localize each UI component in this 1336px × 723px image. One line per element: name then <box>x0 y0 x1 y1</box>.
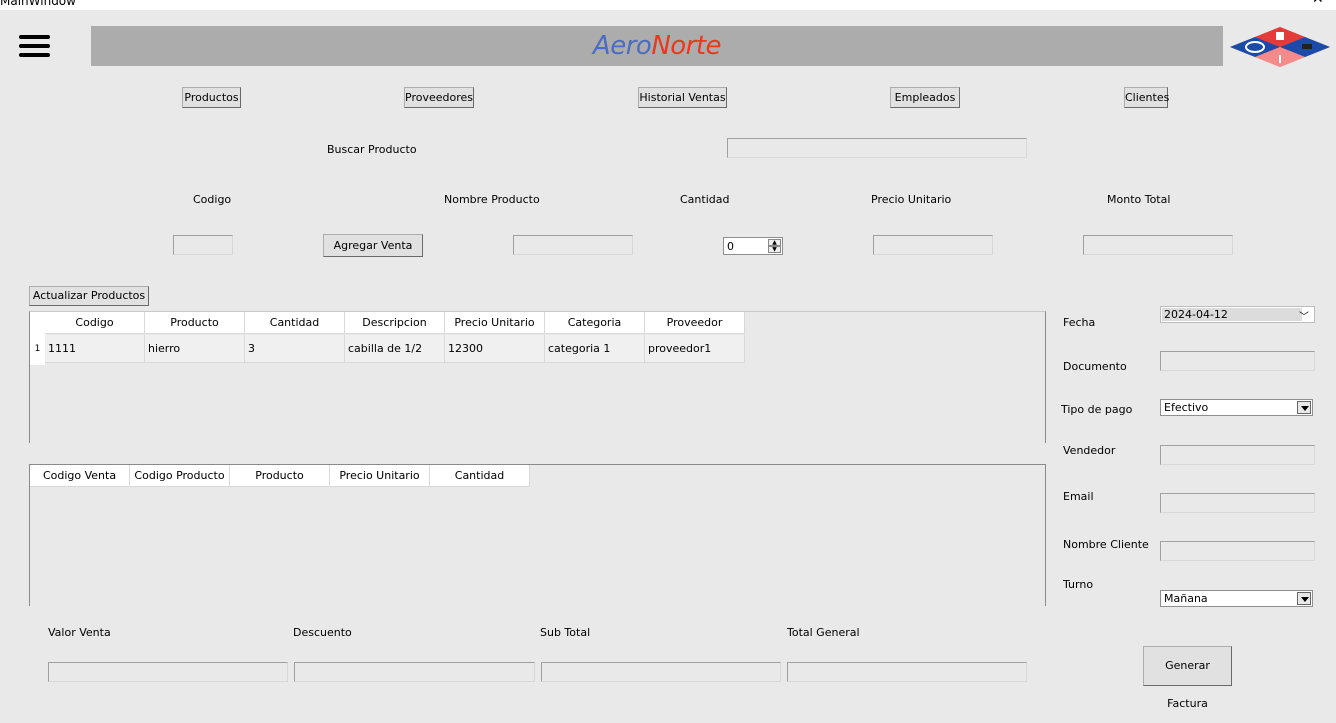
nav-clientes-button[interactable]: Clientes <box>1124 87 1169 108</box>
nombre-cliente-input[interactable] <box>1160 541 1315 561</box>
brand-name-part1: Aero <box>592 31 652 61</box>
title-bar: MainWindow – ✕ <box>0 0 1336 10</box>
menu-icon[interactable] <box>19 34 51 60</box>
table-cell[interactable]: 3 <box>245 335 345 363</box>
vendedor-label: Vendedor <box>1063 444 1116 457</box>
turno-value: Mañana <box>1164 592 1208 605</box>
cantidad-stepper[interactable]: 0 ▲ ▼ <box>723 237 783 255</box>
window-title: MainWindow <box>0 0 76 8</box>
nav-productos-button[interactable]: Productos <box>182 87 241 108</box>
nav-empleados-button[interactable]: Empleados <box>890 87 960 108</box>
cantidad-label: Cantidad <box>680 193 730 206</box>
company-logo-icon <box>1230 27 1330 67</box>
row-number[interactable]: 1 <box>30 335 45 364</box>
descuento-input[interactable] <box>294 662 535 682</box>
actualizar-productos-button[interactable]: Actualizar Productos <box>29 286 149 306</box>
email-label: Email <box>1063 490 1094 503</box>
search-input[interactable] <box>727 138 1027 158</box>
sales-header-cantidad[interactable]: Cantidad <box>430 465 530 487</box>
nombre-producto-label: Nombre Producto <box>444 193 540 206</box>
cantidad-value: 0 <box>727 240 734 253</box>
generar-factura-button[interactable]: Generar Factura <box>1143 646 1232 710</box>
valor-venta-input[interactable] <box>48 662 288 682</box>
sales-table: Codigo Venta Codigo Producto Producto Pr… <box>29 464 1046 606</box>
products-header-cantidad[interactable]: Cantidad <box>245 312 345 334</box>
codigo-input[interactable] <box>173 235 233 255</box>
table-cell[interactable]: hierro <box>145 335 245 363</box>
dropdown-arrow-icon[interactable] <box>1297 401 1311 414</box>
codigo-label: Codigo <box>193 193 232 206</box>
minimize-button[interactable]: – <box>1262 0 1268 6</box>
nav-historial-ventas-button[interactable]: Historial Ventas <box>638 87 727 108</box>
brand-banner: AeroNorte <box>91 26 1223 66</box>
tipo-pago-select[interactable]: Efectivo <box>1160 399 1313 416</box>
products-table: Codigo Producto Cantidad Descripcion Pre… <box>29 311 1046 443</box>
table-cell[interactable]: categoria 1 <box>545 335 645 363</box>
total-general-label: Total General <box>787 626 860 639</box>
table-cell[interactable]: 12300 <box>445 335 545 363</box>
descuento-label: Descuento <box>293 626 352 639</box>
documento-input[interactable] <box>1160 351 1315 371</box>
menu-icon-bar <box>19 44 50 48</box>
table-cell[interactable]: 1111 <box>45 335 145 363</box>
nombre-producto-input[interactable] <box>513 235 633 255</box>
tipo-pago-label: Tipo de pago <box>1061 403 1133 416</box>
total-general-input[interactable] <box>787 662 1027 682</box>
sales-header-precio-unitario[interactable]: Precio Unitario <box>330 465 430 487</box>
valor-venta-label: Valor Venta <box>48 626 111 639</box>
brand-name-part2: Norte <box>651 31 722 61</box>
sales-header-codigo-venta[interactable]: Codigo Venta <box>30 465 130 487</box>
menu-icon-bar <box>19 35 50 39</box>
table-cell[interactable]: cabilla de 1/2 <box>345 335 445 363</box>
products-header-precio-unitario[interactable]: Precio Unitario <box>445 312 545 334</box>
menu-icon-bar <box>19 53 50 57</box>
table-cell[interactable]: proveedor1 <box>645 335 745 363</box>
precio-unitario-label: Precio Unitario <box>871 193 952 206</box>
products-header-proveedor[interactable]: Proveedor <box>645 312 745 334</box>
precio-unitario-input[interactable] <box>873 235 993 255</box>
chevron-down-icon[interactable]: ﹀ <box>1299 308 1309 323</box>
products-header-categoria[interactable]: Categoria <box>545 312 645 334</box>
stepper-down-icon[interactable]: ▼ <box>768 246 781 253</box>
monto-total-label: Monto Total <box>1107 193 1171 206</box>
products-header-producto[interactable]: Producto <box>145 312 245 334</box>
search-label: Buscar Producto <box>327 143 417 156</box>
products-header-descripcion[interactable]: Descripcion <box>345 312 445 334</box>
monto-total-input[interactable] <box>1083 235 1233 255</box>
sub-total-label: Sub Total <box>540 626 591 639</box>
close-button[interactable]: ✕ <box>1312 0 1324 7</box>
documento-label: Documento <box>1063 360 1127 373</box>
turno-select[interactable]: Mañana <box>1160 590 1313 607</box>
nombre-cliente-label: Nombre Cliente <box>1063 538 1149 551</box>
fecha-label: Fecha <box>1063 316 1096 329</box>
dropdown-arrow-icon[interactable] <box>1297 592 1311 605</box>
fecha-date-picker[interactable]: 2024-04-12 ﹀ <box>1160 306 1315 323</box>
products-header-codigo[interactable]: Codigo <box>45 312 145 334</box>
sales-header-codigo-producto[interactable]: Codigo Producto <box>130 465 230 487</box>
stepper-up-icon[interactable]: ▲ <box>768 239 781 246</box>
email-input[interactable] <box>1160 493 1315 513</box>
sales-header-producto[interactable]: Producto <box>230 465 330 487</box>
tipo-pago-value: Efectivo <box>1164 401 1209 414</box>
turno-label: Turno <box>1063 578 1094 591</box>
nav-proveedores-button[interactable]: Proveedores <box>404 87 474 108</box>
vendedor-input[interactable] <box>1160 445 1315 465</box>
fecha-value: 2024-04-12 <box>1164 308 1228 321</box>
sub-total-input[interactable] <box>541 662 781 682</box>
agregar-venta-button[interactable]: Agregar Venta <box>323 234 423 257</box>
